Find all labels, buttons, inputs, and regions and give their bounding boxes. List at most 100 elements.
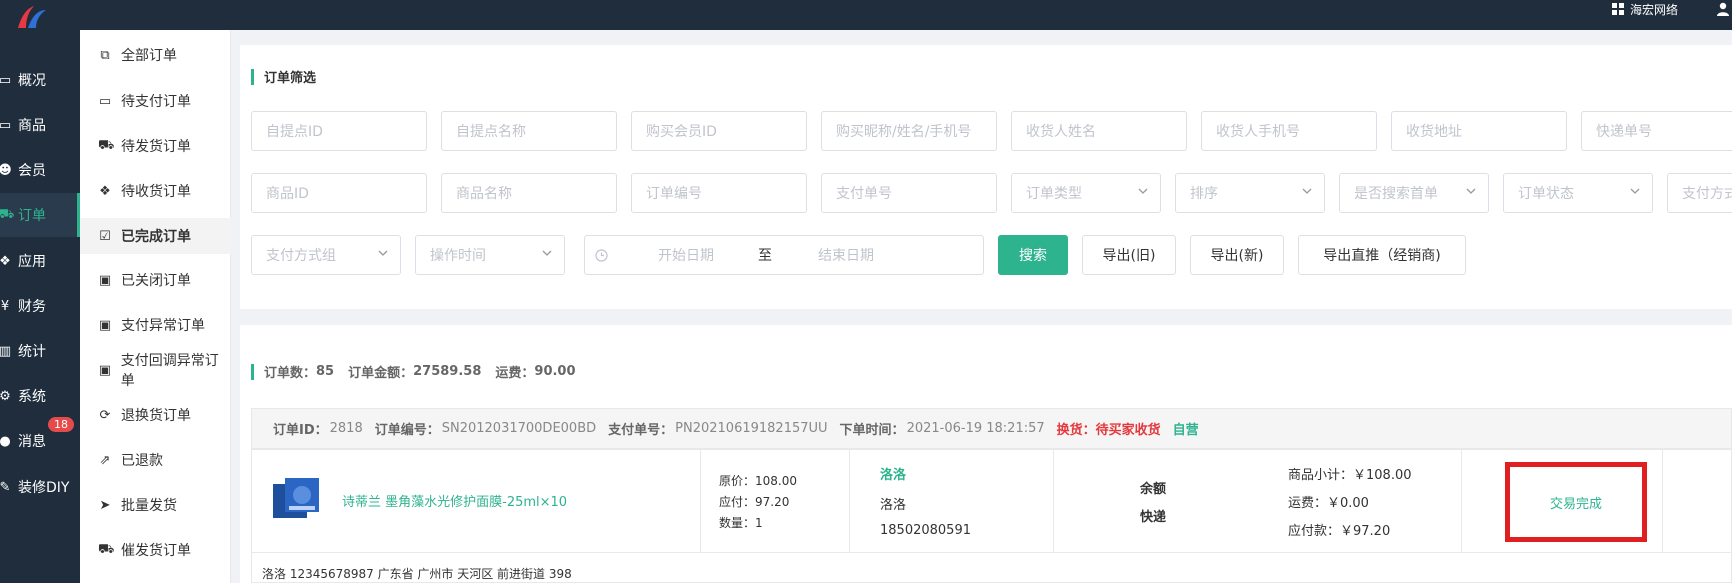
sort-select[interactable]: 排序	[1175, 173, 1325, 213]
product-name-input[interactable]: 商品名称	[441, 173, 617, 213]
buyer-search-input[interactable]: 购买昵称/姓名/手机号	[821, 111, 997, 151]
order-header: 订单ID： 2818 订单编号： SN2012031700DE00BD 支付单号： P…	[251, 408, 1732, 449]
grid-icon	[1611, 3, 1624, 15]
subnav-batch-ship[interactable]: ➤ 批量发货	[80, 487, 231, 523]
date-separator: 至	[758, 248, 772, 264]
pickup-name-input[interactable]: 自提点名称	[441, 111, 617, 151]
nav-item-apps[interactable]: ❖ 应用	[0, 239, 80, 283]
product-id-input[interactable]: 商品ID	[251, 173, 427, 213]
date-end[interactable]: 结束日期	[818, 245, 874, 265]
product-thumbnail[interactable]	[271, 476, 323, 520]
order-type-select[interactable]: 订单类型	[1011, 173, 1161, 213]
nav-item-goods[interactable]: ▭ 商品	[0, 103, 80, 147]
chevron-down-icon	[1302, 188, 1312, 194]
clock-icon	[595, 248, 608, 262]
order-status-select[interactable]: 订单状态	[1503, 173, 1653, 213]
payment-group-select[interactable]: 支付方式组	[251, 235, 401, 275]
exchange-status: 换货：待买家收货	[1056, 423, 1161, 438]
chevron-down-icon	[1138, 188, 1148, 194]
buyer-name: 洛洛	[880, 498, 907, 513]
search-button[interactable]: 搜索	[998, 235, 1068, 275]
payment-no-input[interactable]: 支付单号	[821, 173, 997, 213]
receiver-address-input[interactable]: 收货地址	[1391, 111, 1567, 151]
subnav-returns[interactable]: ⟳ 退换货订单	[80, 397, 231, 433]
order-summary: 订单数： 85 订单金额： 27589.58 运费： 90.00	[251, 362, 576, 381]
check-square-icon: ☑	[99, 228, 111, 244]
dashboard-icon: ▭	[0, 72, 12, 88]
subnav-all-orders[interactable]: ⧉ 全部订单	[80, 37, 231, 73]
subnav-pending-receipt[interactable]: ❖ 待收货订单	[80, 173, 231, 209]
send-icon: ➤	[99, 497, 111, 513]
subnav-pending-shipment[interactable]: ⛟ 待发货订单	[80, 128, 231, 164]
pay-method: 余额	[1140, 482, 1167, 497]
receiver-name-input[interactable]: 收货人姓名	[1011, 111, 1187, 151]
self-operated-tag: 自营	[1172, 423, 1199, 438]
chevron-down-icon	[378, 250, 388, 256]
subnav-refunded[interactable]: ⇗ 已退款	[80, 442, 231, 478]
chevron-down-icon	[1630, 188, 1640, 194]
order-count: 85	[316, 364, 335, 379]
subnav-callback-exception[interactable]: ▣ 支付回调异常订单	[80, 352, 231, 389]
order-number: SN2012031700DE00BD	[441, 421, 597, 436]
subnav-payment-exception[interactable]: ▣ 支付异常订单	[80, 307, 231, 343]
date-start[interactable]: 开始日期	[658, 245, 758, 265]
receipt-icon: ▣	[98, 362, 112, 378]
user-icon[interactable]	[1716, 2, 1730, 16]
shipping-address: 洛洛 12345678987 广东省 广州市 天河区 前进街道 398	[251, 553, 1732, 583]
nav-item-system[interactable]: ⚙ 系统	[0, 374, 80, 418]
product-name-link[interactable]: 诗蒂兰 墨角藻水光修护面膜-25ml×10	[342, 491, 567, 510]
message-icon: ●	[0, 433, 11, 449]
order-sub-sidebar: ⧉ 全部订单 ▭ 待支付订单 ⛟ 待发货订单 ❖ 待收货订单 ☑ 已完成订单 ▣ 已关闭订单…	[80, 30, 231, 583]
receiver-phone-input[interactable]: 收货人手机号	[1201, 111, 1377, 151]
date-range-picker[interactable]: 开始日期 至 结束日期	[584, 235, 984, 275]
order-time: 2021-06-19 18:21:57	[906, 421, 1045, 436]
subnav-pending-payment[interactable]: ▭ 待支付订单	[80, 83, 231, 119]
brush-icon: ✎	[0, 479, 11, 495]
first-order-select[interactable]: 是否搜索首单	[1339, 173, 1489, 213]
apps-icon: ❖	[0, 253, 11, 269]
nav-item-stats[interactable]: ▥ 统计	[0, 329, 80, 373]
filter-title: 订单筛选	[251, 67, 316, 86]
top-bar: 海宏网络	[0, 0, 1732, 30]
cart-icon: ⛟	[0, 206, 15, 222]
member-id-input[interactable]: 购买会员ID	[631, 111, 807, 151]
truck-icon: ⛟	[98, 541, 115, 557]
bar-chart-icon: ▥	[0, 343, 12, 359]
buyer-link[interactable]: 洛洛	[880, 464, 906, 483]
nav-item-messages[interactable]: ● 消息 18	[0, 417, 80, 463]
order-status[interactable]: 交易完成	[1505, 462, 1647, 542]
nav-item-finance[interactable]: ¥ 财务	[0, 284, 80, 328]
order-no-input[interactable]: 订单编号	[631, 173, 807, 213]
export-new-button[interactable]: 导出(新)	[1190, 235, 1284, 275]
system-icon: ⚙	[0, 388, 11, 404]
export-direct-button[interactable]: 导出直推（经销商)	[1298, 235, 1466, 275]
company-name[interactable]: 海宏网络	[1630, 1, 1678, 18]
nav-item-orders[interactable]: ⛟ 订单	[0, 193, 80, 237]
members-icon: ☻	[0, 162, 12, 178]
operation-time-select[interactable]: 操作时间	[415, 235, 565, 275]
copy-icon: ⧉	[100, 47, 110, 63]
pickup-id-input[interactable]: 自提点ID	[251, 111, 427, 151]
export-old-button[interactable]: 导出(旧)	[1082, 235, 1176, 275]
tracking-no-input[interactable]: 快递单号	[1581, 111, 1732, 151]
buyer-phone: 18502080591	[880, 523, 971, 538]
message-badge: 18	[48, 417, 74, 432]
share-square-icon: ⇗	[99, 452, 111, 468]
amount-payable: 应付款：￥97.20	[1288, 524, 1391, 539]
goods-icon: ▭	[0, 117, 12, 133]
original-price: 原价：108.00	[719, 474, 797, 488]
payment-number: PN20210619182157UU	[675, 421, 828, 436]
dropbox-icon: ❖	[99, 183, 111, 199]
quantity: 数量：1	[719, 516, 763, 530]
nav-item-members[interactable]: ☻ 会员	[0, 148, 80, 192]
subnav-closed[interactable]: ▣ 已关闭订单	[80, 262, 231, 298]
nav-item-diy[interactable]: ✎ 装修DIY	[0, 465, 80, 509]
ship-method: 快递	[1140, 510, 1167, 525]
payment-method-select[interactable]: 支付方式	[1667, 173, 1732, 213]
brand-logo[interactable]	[14, 4, 50, 30]
credit-card-icon: ▭	[98, 93, 112, 109]
subnav-completed[interactable]: ☑ 已完成订单	[80, 218, 231, 254]
nav-item-overview[interactable]: ▭ 概况	[0, 58, 80, 102]
subnav-urge-ship[interactable]: ⛟ 催发货订单	[80, 532, 231, 568]
order-amount: 27589.58	[413, 364, 482, 379]
